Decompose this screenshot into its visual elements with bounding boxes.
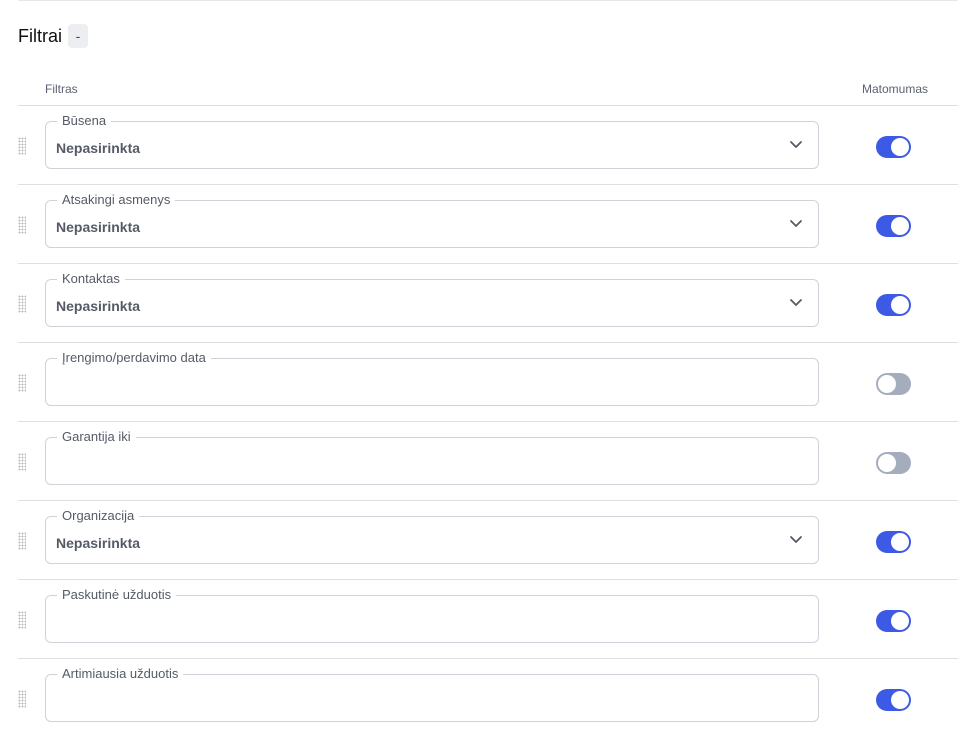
irengimo-data-input[interactable]: Įrengimo/perdavimo data (45, 350, 819, 406)
column-header-visibility: Matomumas (861, 82, 928, 96)
field-value: Nepasirinkta (56, 535, 141, 551)
toggle-knob (891, 691, 909, 709)
paskutine-uzduotis-input[interactable]: Paskutinė užduotis (45, 587, 819, 643)
field-value: Nepasirinkta (56, 219, 141, 235)
visibility-toggle[interactable] (876, 689, 911, 711)
field-label: Būsena (57, 113, 112, 129)
organizacija-select[interactable]: Organizacija Nepasirinkta (45, 508, 819, 564)
visibility-toggle[interactable] (876, 452, 911, 474)
chevron-down-icon[interactable] (789, 298, 803, 308)
filter-row-busena: Būsena Nepasirinkta (18, 106, 958, 185)
filter-row-irengimo-data: Įrengimo/perdavimo data (18, 343, 958, 422)
table-header: Filtras Matomumas (18, 74, 958, 106)
field-label: Atsakingi asmenys (57, 192, 176, 208)
artimiausia-uzduotis-input[interactable]: Artimiausia užduotis (45, 666, 819, 722)
filter-row-kontaktas: Kontaktas Nepasirinkta (18, 264, 958, 343)
filters-header: Filtrai - (18, 24, 88, 48)
filter-row-organizacija: Organizacija Nepasirinkta (18, 501, 958, 580)
drag-handle-icon[interactable] (18, 295, 26, 313)
visibility-toggle[interactable] (876, 215, 911, 237)
collapse-button[interactable]: - (68, 24, 88, 48)
drag-handle-icon[interactable] (18, 137, 26, 155)
visibility-toggle[interactable] (876, 531, 911, 553)
toggle-knob (891, 533, 909, 551)
toggle-knob (891, 296, 909, 314)
toggle-knob (891, 138, 909, 156)
drag-handle-icon[interactable] (18, 611, 26, 629)
top-divider (18, 0, 958, 1)
chevron-down-icon[interactable] (789, 219, 803, 229)
garantija-iki-input[interactable]: Garantija iki (45, 429, 819, 485)
field-label: Kontaktas (57, 271, 125, 287)
visibility-toggle[interactable] (876, 373, 911, 395)
drag-handle-icon[interactable] (18, 690, 26, 708)
field-label: Įrengimo/perdavimo data (57, 350, 211, 366)
atsakingi-asmenys-select[interactable]: Atsakingi asmenys Nepasirinkta (45, 192, 819, 248)
kontaktas-select[interactable]: Kontaktas Nepasirinkta (45, 271, 819, 327)
drag-handle-icon[interactable] (18, 453, 26, 471)
toggle-knob (878, 454, 896, 472)
field-label: Artimiausia užduotis (57, 666, 184, 682)
chevron-down-icon[interactable] (789, 535, 803, 545)
visibility-toggle[interactable] (876, 136, 911, 158)
visibility-toggle[interactable] (876, 610, 911, 632)
drag-handle-icon[interactable] (18, 216, 26, 234)
filter-row-paskutine-uzduotis: Paskutinė užduotis (18, 580, 958, 659)
field-label: Garantija iki (57, 429, 136, 445)
drag-handle-icon[interactable] (18, 532, 26, 550)
section-title: Filtrai (18, 25, 62, 46)
visibility-toggle[interactable] (876, 294, 911, 316)
filter-row-atsakingi-asmenys: Atsakingi asmenys Nepasirinkta (18, 185, 958, 264)
column-header-filter: Filtras (45, 82, 78, 96)
field-label: Organizacija (57, 508, 140, 524)
filters-table: Filtras Matomumas Būsena Nepasirinkta At… (18, 74, 958, 737)
filter-row-garantija-iki: Garantija iki (18, 422, 958, 501)
toggle-knob (878, 375, 896, 393)
field-label: Paskutinė užduotis (57, 587, 177, 603)
field-value: Nepasirinkta (56, 298, 141, 314)
chevron-down-icon[interactable] (789, 140, 803, 150)
drag-handle-icon[interactable] (18, 374, 26, 392)
toggle-knob (891, 612, 909, 630)
busena-select[interactable]: Būsena Nepasirinkta (45, 113, 819, 169)
toggle-knob (891, 217, 909, 235)
filter-row-artimiausia-uzduotis: Artimiausia užduotis (18, 659, 958, 737)
field-value: Nepasirinkta (56, 140, 141, 156)
